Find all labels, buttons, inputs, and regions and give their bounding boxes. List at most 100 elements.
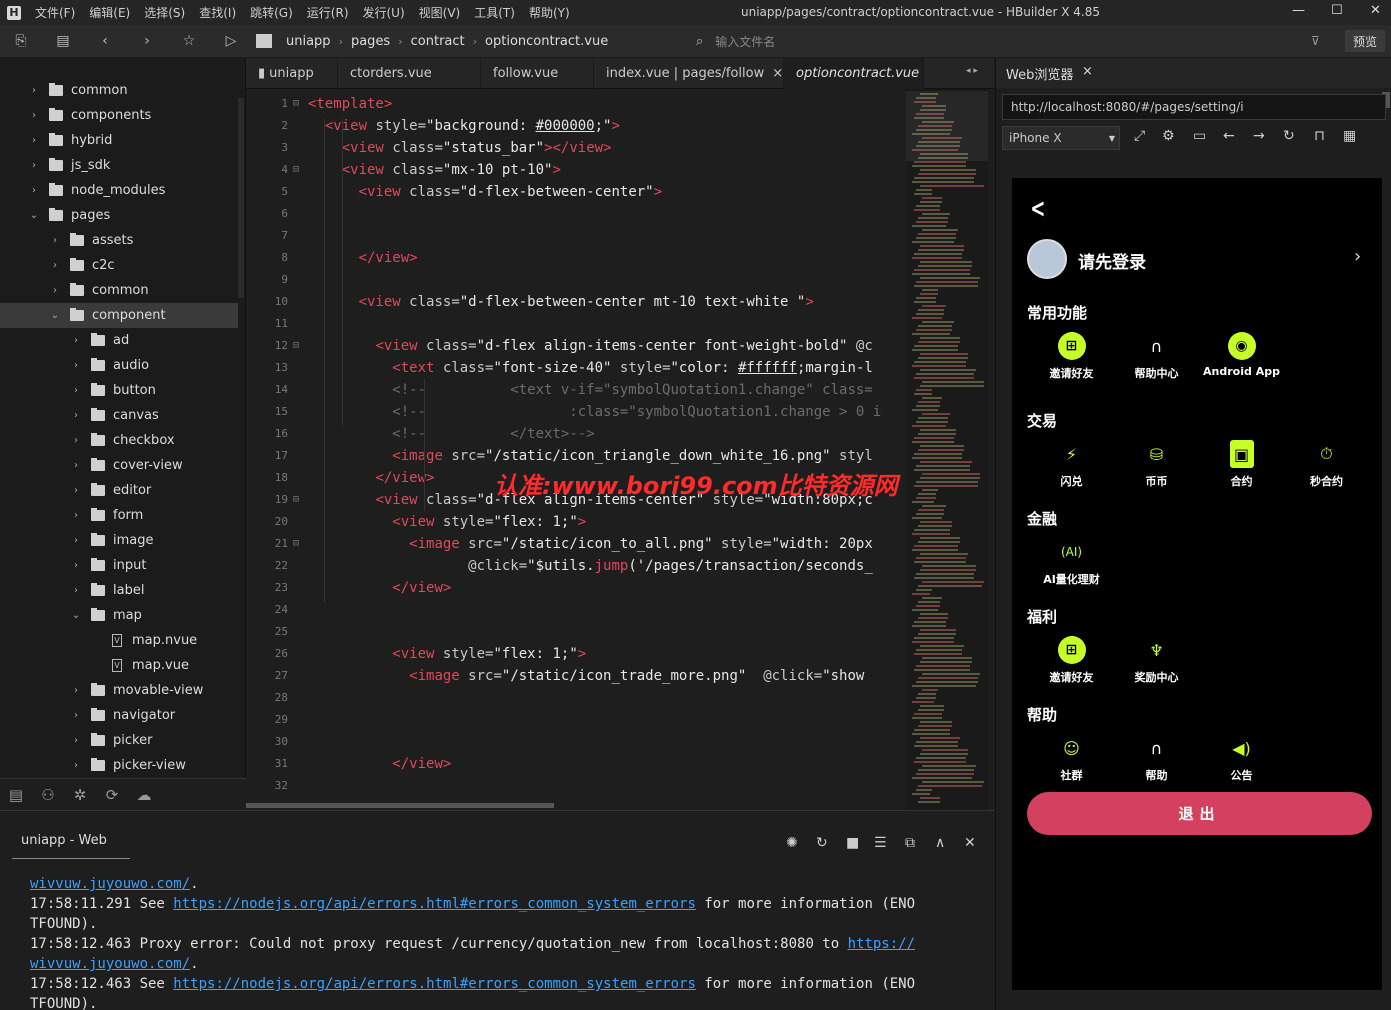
forward-arrow-icon[interactable]: → [1253,128,1265,144]
chevron-right-icon[interactable]: › [70,435,82,446]
scrollbar-thumb[interactable] [246,803,554,808]
code-minimap[interactable] [906,89,988,810]
tab-close-icon[interactable]: × [772,66,783,81]
console-link[interactable]: https://nodejs.org/api/errors.html#error… [173,976,696,992]
collapse-icon[interactable]: ∧ [935,835,945,851]
menu-item[interactable]: 发行(U) [363,4,405,21]
chevron-right-icon[interactable]: › [28,185,40,196]
cloud-icon[interactable]: ☁ [128,786,160,804]
code-line[interactable]: 16 <!-- </text>--> [246,423,906,445]
tree-item[interactable]: ⌄ component [0,303,238,328]
code-line[interactable]: 2 <view style="background: #000000;"> [246,115,906,137]
console-tab[interactable]: uniapp - Web [12,833,130,859]
feature-item[interactable]: ∩ 帮助 [1114,734,1199,783]
feature-item[interactable]: ∩ 帮助中心 [1114,332,1199,381]
chevron-right-icon[interactable]: › [70,735,82,746]
chevron-right-icon[interactable]: › [70,360,82,371]
chevron-right-icon[interactable]: › [70,535,82,546]
filter-log-icon[interactable]: ☰ [874,835,887,851]
menu-item[interactable]: 选择(S) [144,4,185,21]
code-line[interactable]: 1 ⊟ <template> [246,93,906,115]
clear-icon[interactable]: ✕ [964,835,976,851]
editor-tab[interactable]: ctorders.vue [338,57,481,89]
tree-item[interactable]: › form [0,503,238,528]
favorite-icon[interactable]: ☆ [168,33,210,49]
forward-icon[interactable]: › [126,33,168,49]
code-line[interactable]: 12 ⊟ <view class="d-flex align-items-cent… [246,335,906,357]
chevron-right-icon[interactable]: › [49,235,61,246]
editor-tab[interactable]: follow.vue [481,57,594,89]
code-editor[interactable]: 1 ⊟ <template> 2 <view style="background: #… [246,89,906,801]
fold-toggle-icon[interactable]: ⊟ [293,533,299,555]
bug-icon[interactable]: ✺ [786,835,798,851]
feature-item[interactable]: ▣ 合约 [1199,440,1284,489]
feature-item[interactable]: ⊞ 邀请好友 [1029,636,1114,685]
tree-item[interactable]: › movable-view [0,678,238,703]
preview-button[interactable]: 预览 [1345,30,1385,52]
tree-item[interactable]: ⌄ pages [0,203,238,228]
console-link[interactable]: wivvuw.juyouwo.com/ [30,956,190,972]
logout-button[interactable]: 退出 [1027,792,1372,835]
feature-item[interactable]: ⊞ 邀请好友 [1029,332,1114,381]
sidebar-scrollbar[interactable] [238,98,244,298]
tree-item[interactable]: › canvas [0,403,238,428]
feature-item[interactable]: (AI) AI量化理财 [1029,538,1114,587]
console-link[interactable]: https:// [848,936,915,952]
editor-tab[interactable]: optioncontract.vue [784,57,924,89]
back-arrow-icon[interactable]: ← [1223,128,1235,144]
menu-item[interactable]: 工具(T) [474,4,515,21]
breadcrumb-item[interactable]: contract [411,34,465,49]
lock-icon[interactable]: ⊓ [1314,128,1325,144]
fold-toggle-icon[interactable]: ⊟ [293,93,299,115]
tree-item[interactable]: › image [0,528,238,553]
close-icon[interactable]: ✕ [1370,3,1381,18]
tree-item[interactable]: › button [0,378,238,403]
minimize-icon[interactable]: — [1292,3,1305,18]
code-line[interactable]: 22 @click="$utils.jump('/pages/transacti… [246,555,906,577]
tree-item[interactable]: › hybrid [0,128,238,153]
tree-item[interactable]: › picker-view [0,753,238,778]
menu-item[interactable]: 编辑(E) [89,4,130,21]
stop-icon[interactable]: ■ [846,835,859,851]
chevron-down-icon[interactable]: ⌄ [49,310,61,321]
tree-item[interactable]: › common [0,278,238,303]
chevron-right-icon[interactable]: › [28,160,40,171]
tree-item[interactable]: › editor [0,478,238,503]
feature-item[interactable]: ⏱ 秒合约 [1284,440,1369,489]
chevron-right-icon[interactable]: › [70,410,82,421]
code-line[interactable]: 4 ⊟ <view class="mx-10 pt-10"> [246,159,906,181]
code-line[interactable]: 11 [246,313,906,335]
chevron-right-icon[interactable]: › [70,485,82,496]
console-output[interactable]: wivvuw.juyouwo.com/. 17:58:11.291 See htt… [0,860,994,1010]
chevron-right-icon[interactable]: › [70,585,82,596]
code-line[interactable]: 26 <view style="flex: 1;"> [246,643,906,665]
code-line[interactable]: 3 <view class="status_bar"></view> [246,137,906,159]
code-line[interactable]: 15 <!-- :class="symbolQuotation1.change … [246,401,906,423]
tree-item[interactable]: › node_modules [0,178,238,203]
git-icon[interactable]: ⟳ [96,786,128,804]
browser-tab-label[interactable]: Web浏览器 [1006,64,1073,83]
avatar[interactable] [1027,239,1067,279]
tree-item[interactable]: › assets [0,228,238,253]
tree-item[interactable]: › js_sdk [0,153,238,178]
code-line[interactable]: 32 [246,775,906,797]
code-line[interactable]: 28 [246,687,906,709]
tree-item[interactable]: › c2c [0,253,238,278]
breadcrumb-item[interactable]: pages [351,34,390,49]
back-icon[interactable]: < [1030,194,1045,224]
debug-icon[interactable]: ✲ [64,786,96,804]
fold-toggle-icon[interactable]: ⊟ [293,489,299,511]
feature-item[interactable]: ◀) 公告 [1199,734,1284,783]
chevron-down-icon[interactable]: ⌄ [28,210,40,221]
feature-item[interactable]: ⛁ 币币 [1114,440,1199,489]
code-line[interactable]: 20 <view style="flex: 1;"> [246,511,906,533]
code-line[interactable]: 13 <text class="font-size-40" style="col… [246,357,906,379]
minimap-viewport[interactable] [906,91,988,161]
qrcode-icon[interactable]: ▦ [1343,128,1356,144]
code-line[interactable]: 9 [246,269,906,291]
filter-icon[interactable]: ⊽ [1311,34,1320,48]
chevron-right-icon[interactable]: › [49,285,61,296]
code-line[interactable]: 25 [246,621,906,643]
chevron-right-icon[interactable]: › [28,85,40,96]
file-search-box[interactable]: ⌕ 输入文件名 ⊽ [696,28,1336,54]
